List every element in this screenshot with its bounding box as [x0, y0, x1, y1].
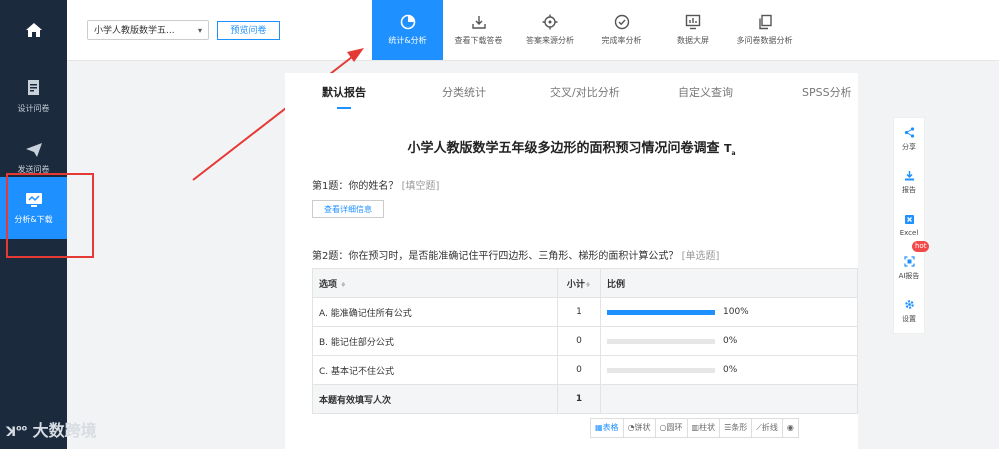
option-cell: A. 能准确记住所有公式 [312, 297, 558, 327]
excel-label: Excel [899, 229, 919, 237]
question-2-text: 第2题：你在预习时，是否能准确记住平行四边形、三角形、梯形的面积计算公式？ [312, 251, 679, 262]
total-label: 本题有效填写人次 [312, 384, 558, 414]
count-cell: 1 [557, 297, 601, 327]
ratio-bar [607, 338, 715, 344]
eye-icon: ◉ [786, 423, 794, 432]
header-count[interactable]: 小计♦ [557, 268, 601, 298]
share-label: 分享 [902, 143, 916, 151]
count-cell: 0 [557, 355, 601, 385]
subtab-spss[interactable]: SPSS分析 [802, 84, 852, 100]
excel-icon [904, 214, 915, 225]
share-button[interactable]: 分享 [894, 118, 924, 161]
table-header-row: 选项 ♦ 小计♦ 比例 [312, 268, 858, 298]
results-table: 选项 ♦ 小计♦ 比例 A. 能准确记住所有公式 1 100% B. 能记住部分… [312, 268, 858, 414]
subtab-default-report[interactable]: 默认报告 [322, 84, 366, 100]
sort-icon: ♦ [584, 280, 592, 289]
table-icon: ▦ [595, 423, 603, 432]
ratio-cell: 0% [600, 355, 858, 385]
question-1-type: [填空题] [401, 181, 440, 192]
ratio-percent: 0% [723, 336, 738, 346]
total-row: 本题有效填写人次 1 [312, 384, 858, 414]
subtab-cross-analysis[interactable]: 交叉/对比分析 [550, 84, 620, 100]
total-count: 1 [557, 384, 601, 414]
option-cell: C. 基本记不住公式 [312, 355, 558, 385]
survey-title-text: 小学人教版数学五年级多边形的面积预习情况问卷调查 [407, 141, 720, 156]
ai-report-button[interactable]: hot AI报告 [894, 241, 930, 290]
watermark-logo-icon: ꓘoo [6, 423, 28, 440]
text-format-icon[interactable]: Ta [724, 142, 736, 157]
settings-button[interactable]: 设置 [894, 290, 924, 333]
header-ratio: 比例 [600, 268, 858, 298]
gear-icon [904, 299, 915, 310]
chart-type-label: 柱状 [699, 423, 716, 432]
ratio-bar [607, 309, 715, 315]
ratio-cell: 100% [600, 297, 858, 327]
chart-type-label: 饼状 [634, 423, 651, 432]
donut-icon: ○ [659, 423, 667, 432]
header-option-label: 选项 [319, 279, 338, 290]
active-tab-indicator [337, 107, 351, 109]
chart-type-pie[interactable]: ◔饼状 [622, 418, 656, 438]
ratio-percent: 0% [723, 365, 738, 375]
report-download-button[interactable]: 报告 [894, 161, 924, 204]
total-empty [600, 384, 858, 414]
count-cell: 0 [557, 326, 601, 356]
ai-report-label: AI报告 [898, 272, 920, 280]
pie-icon: ◔ [627, 423, 635, 432]
view-details-button[interactable]: 查看详细信息 [312, 200, 384, 218]
table-row: B. 能记住部分公式 0 0% [312, 326, 858, 356]
watermark-text: 大数跨境 [32, 421, 97, 440]
chart-type-label: 圆环 [666, 423, 683, 432]
ratio-bar [607, 367, 715, 373]
header-count-label: 小计 [566, 279, 585, 290]
ratio-cell: 0% [600, 326, 858, 356]
chart-type-switcher: ▦表格 ◔饼状 ○圆环 ▥柱状 ☰条形 ⟋折线 ◉ [590, 418, 799, 438]
option-cell: B. 能记住部分公式 [312, 326, 558, 356]
settings-label: 设置 [902, 315, 916, 323]
ai-scan-icon [903, 256, 915, 267]
subtab-bar: 默认报告 分类统计 交叉/对比分析 自定义查询 SPSS分析 [285, 73, 858, 109]
subtab-custom-query[interactable]: 自定义查询 [678, 84, 733, 100]
chart-type-donut[interactable]: ○圆环 [654, 418, 688, 438]
share-icon [904, 127, 915, 138]
question-1-title: 第1题：你的姓名？ [填空题] [312, 177, 439, 192]
chart-type-more[interactable]: ◉ [781, 418, 799, 438]
question-2-title: 第2题：你在预习时，是否能准确记住平行四边形、三角形、梯形的面积计算公式？ [单… [312, 247, 719, 262]
download-icon [904, 170, 915, 181]
chart-type-bar[interactable]: ☰条形 [719, 418, 753, 438]
watermark: ꓘoo 大数跨境 [6, 417, 97, 441]
report-label: 报告 [902, 186, 916, 194]
chart-type-label: 条形 [731, 423, 748, 432]
ratio-percent: 100% [723, 307, 749, 317]
ratio-bar-fill [607, 309, 715, 315]
hot-badge: hot [912, 241, 930, 252]
survey-title: 小学人教版数学五年级多边形的面积预习情况问卷调查 Ta [285, 137, 858, 157]
right-tool-panel: 分享 报告 Excel hot AI报告 设置 [893, 117, 930, 334]
question-1-text: 第1题：你的姓名？ [312, 181, 399, 192]
sort-icon: ♦ [340, 280, 347, 289]
chart-type-table[interactable]: ▦表格 [590, 418, 624, 438]
chart-type-column[interactable]: ▥柱状 [686, 418, 721, 438]
table-row: C. 基本记不住公式 0 0% [312, 355, 858, 385]
column-icon: ▥ [691, 423, 700, 432]
header-option[interactable]: 选项 ♦ [312, 268, 558, 298]
question-2-type: [单选题] [681, 251, 720, 262]
subtab-category-stats[interactable]: 分类统计 [442, 84, 486, 100]
chart-type-label: 表格 [602, 423, 619, 432]
chart-type-line[interactable]: ⟋折线 [751, 418, 783, 438]
chart-type-label: 折线 [761, 423, 778, 432]
table-row: A. 能准确记住所有公式 1 100% [312, 297, 858, 327]
